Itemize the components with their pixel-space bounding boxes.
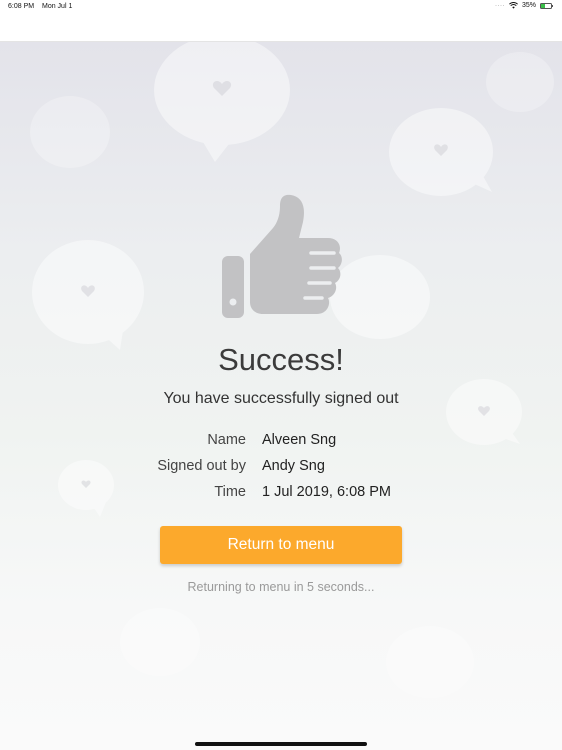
wifi-icon — [509, 2, 518, 9]
battery-percent: 35% — [521, 2, 536, 9]
success-screen: Success! You have successfully signed ou… — [0, 42, 562, 750]
detail-value: Andy Sng — [262, 458, 325, 474]
battery-icon — [540, 2, 553, 9]
success-message: You have successfully signed out — [163, 390, 399, 407]
detail-label: Signed out by — [157, 458, 246, 474]
countdown-text: Returning to menu in 5 seconds... — [187, 580, 375, 594]
status-indicators: ···· 35% — [494, 2, 553, 9]
status-time: 6:08 PM — [8, 3, 35, 10]
detail-row-name: Name Alveen Sng — [0, 432, 562, 452]
thumbs-up-icon — [222, 194, 342, 318]
status-date: Mon Jul 1 — [42, 3, 73, 10]
detail-row-time: Time 1 Jul 2019, 6:08 PM — [0, 484, 562, 504]
navigation-bar — [0, 14, 562, 42]
status-bar: 6:08 PM Mon Jul 1 ···· 35% — [0, 0, 562, 14]
return-to-menu-button[interactable]: Return to menu — [160, 526, 402, 564]
detail-label: Name — [207, 432, 246, 448]
detail-value: 1 Jul 2019, 6:08 PM — [262, 484, 391, 500]
detail-value: Alveen Sng — [262, 432, 337, 448]
detail-row-signed-out-by: Signed out by Andy Sng — [0, 458, 562, 478]
battery-fill — [541, 3, 545, 8]
detail-label: Time — [214, 484, 246, 500]
home-indicator[interactable] — [195, 742, 367, 746]
signal-dots-icon: ···· — [494, 2, 505, 9]
success-title: Success! — [218, 342, 344, 377]
